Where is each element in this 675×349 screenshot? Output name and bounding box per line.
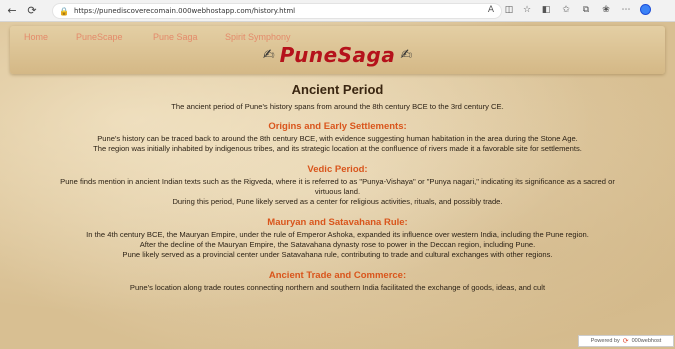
section-heading: Vedic Period: — [307, 164, 368, 175]
copilot-icon[interactable]: ❀ — [600, 4, 612, 16]
nav-link-punesaga[interactable]: Pune Saga — [153, 32, 225, 42]
section-line: Pune likely served as a provincial cente… — [122, 250, 553, 259]
extensions-icon[interactable]: ◧ — [540, 4, 552, 16]
address-bar[interactable]: 🔒 https://punediscoverecomain.000webhost… — [52, 3, 502, 19]
favorites-icon[interactable]: ✩ — [560, 4, 572, 16]
page-title: Ancient Period — [291, 82, 384, 97]
lock-icon[interactable]: 🔒 — [59, 7, 69, 16]
section-heading: Ancient Trade and Commerce: — [268, 270, 407, 281]
brand-title: PuneSaga — [279, 43, 396, 67]
section-line: After the decline of the Mauryan Empire,… — [139, 240, 536, 249]
page-body: Home PuneScape Pune Saga Spirit Symphony… — [0, 22, 675, 349]
section-heading: Origins and Early Settlements: — [268, 121, 407, 132]
webhost-logo-icon: ⟳ — [622, 338, 629, 345]
section-line: The region was initially inhabited by in… — [93, 144, 582, 153]
url-text: https://punediscoverecomain.000webhostap… — [73, 7, 296, 15]
nav-link-punescape[interactable]: PuneScape — [76, 32, 153, 42]
site-header: Home PuneScape Pune Saga Spirit Symphony… — [10, 26, 665, 74]
split-screen-icon[interactable]: ◫ — [503, 4, 515, 16]
powered-by-brand: 000webhost — [631, 338, 662, 344]
section-line: During this period, Pune likely served a… — [172, 197, 503, 206]
powered-by-text: Powered by — [590, 338, 620, 344]
profile-icon[interactable] — [640, 4, 651, 15]
main-content: Ancient Period The ancient period of Pun… — [0, 80, 675, 293]
browser-toolbar: ← ⟳ 🔒 https://punediscoverecomain.000web… — [0, 0, 675, 22]
collections-icon[interactable]: ⧉ — [580, 4, 592, 16]
section-heading: Mauryan and Satavahana Rule: — [267, 217, 408, 228]
nav-link-spirit-symphony[interactable]: Spirit Symphony — [225, 32, 305, 42]
refresh-icon[interactable]: ⟳ — [24, 3, 40, 19]
section-line: Pune finds mention in ancient Indian tex… — [60, 177, 615, 186]
back-icon[interactable]: ← — [4, 3, 20, 19]
site-nav: Home PuneScape Pune Saga Spirit Symphony — [24, 32, 305, 42]
quill-icon: ✍ — [262, 47, 275, 63]
powered-by-badge[interactable]: Powered by ⟳ 000webhost — [578, 335, 674, 347]
read-aloud-icon[interactable]: A — [485, 4, 497, 16]
section-line: In the 4th century BCE, the Mauryan Empi… — [86, 230, 589, 239]
favorite-star-icon[interactable]: ☆ — [521, 4, 533, 16]
section-line: virtuous land. — [314, 187, 361, 196]
quill-icon: ✍ — [400, 47, 413, 63]
section-line: Pune's history can be traced back to aro… — [97, 134, 578, 143]
brand: ✍ PuneSaga ✍ — [10, 43, 665, 67]
more-icon[interactable]: ⋯ — [620, 4, 632, 16]
intro-paragraph: The ancient period of Pune's history spa… — [171, 102, 504, 111]
section-line: Pune's location along trade routes conne… — [129, 283, 546, 292]
nav-link-home[interactable]: Home — [24, 32, 76, 42]
